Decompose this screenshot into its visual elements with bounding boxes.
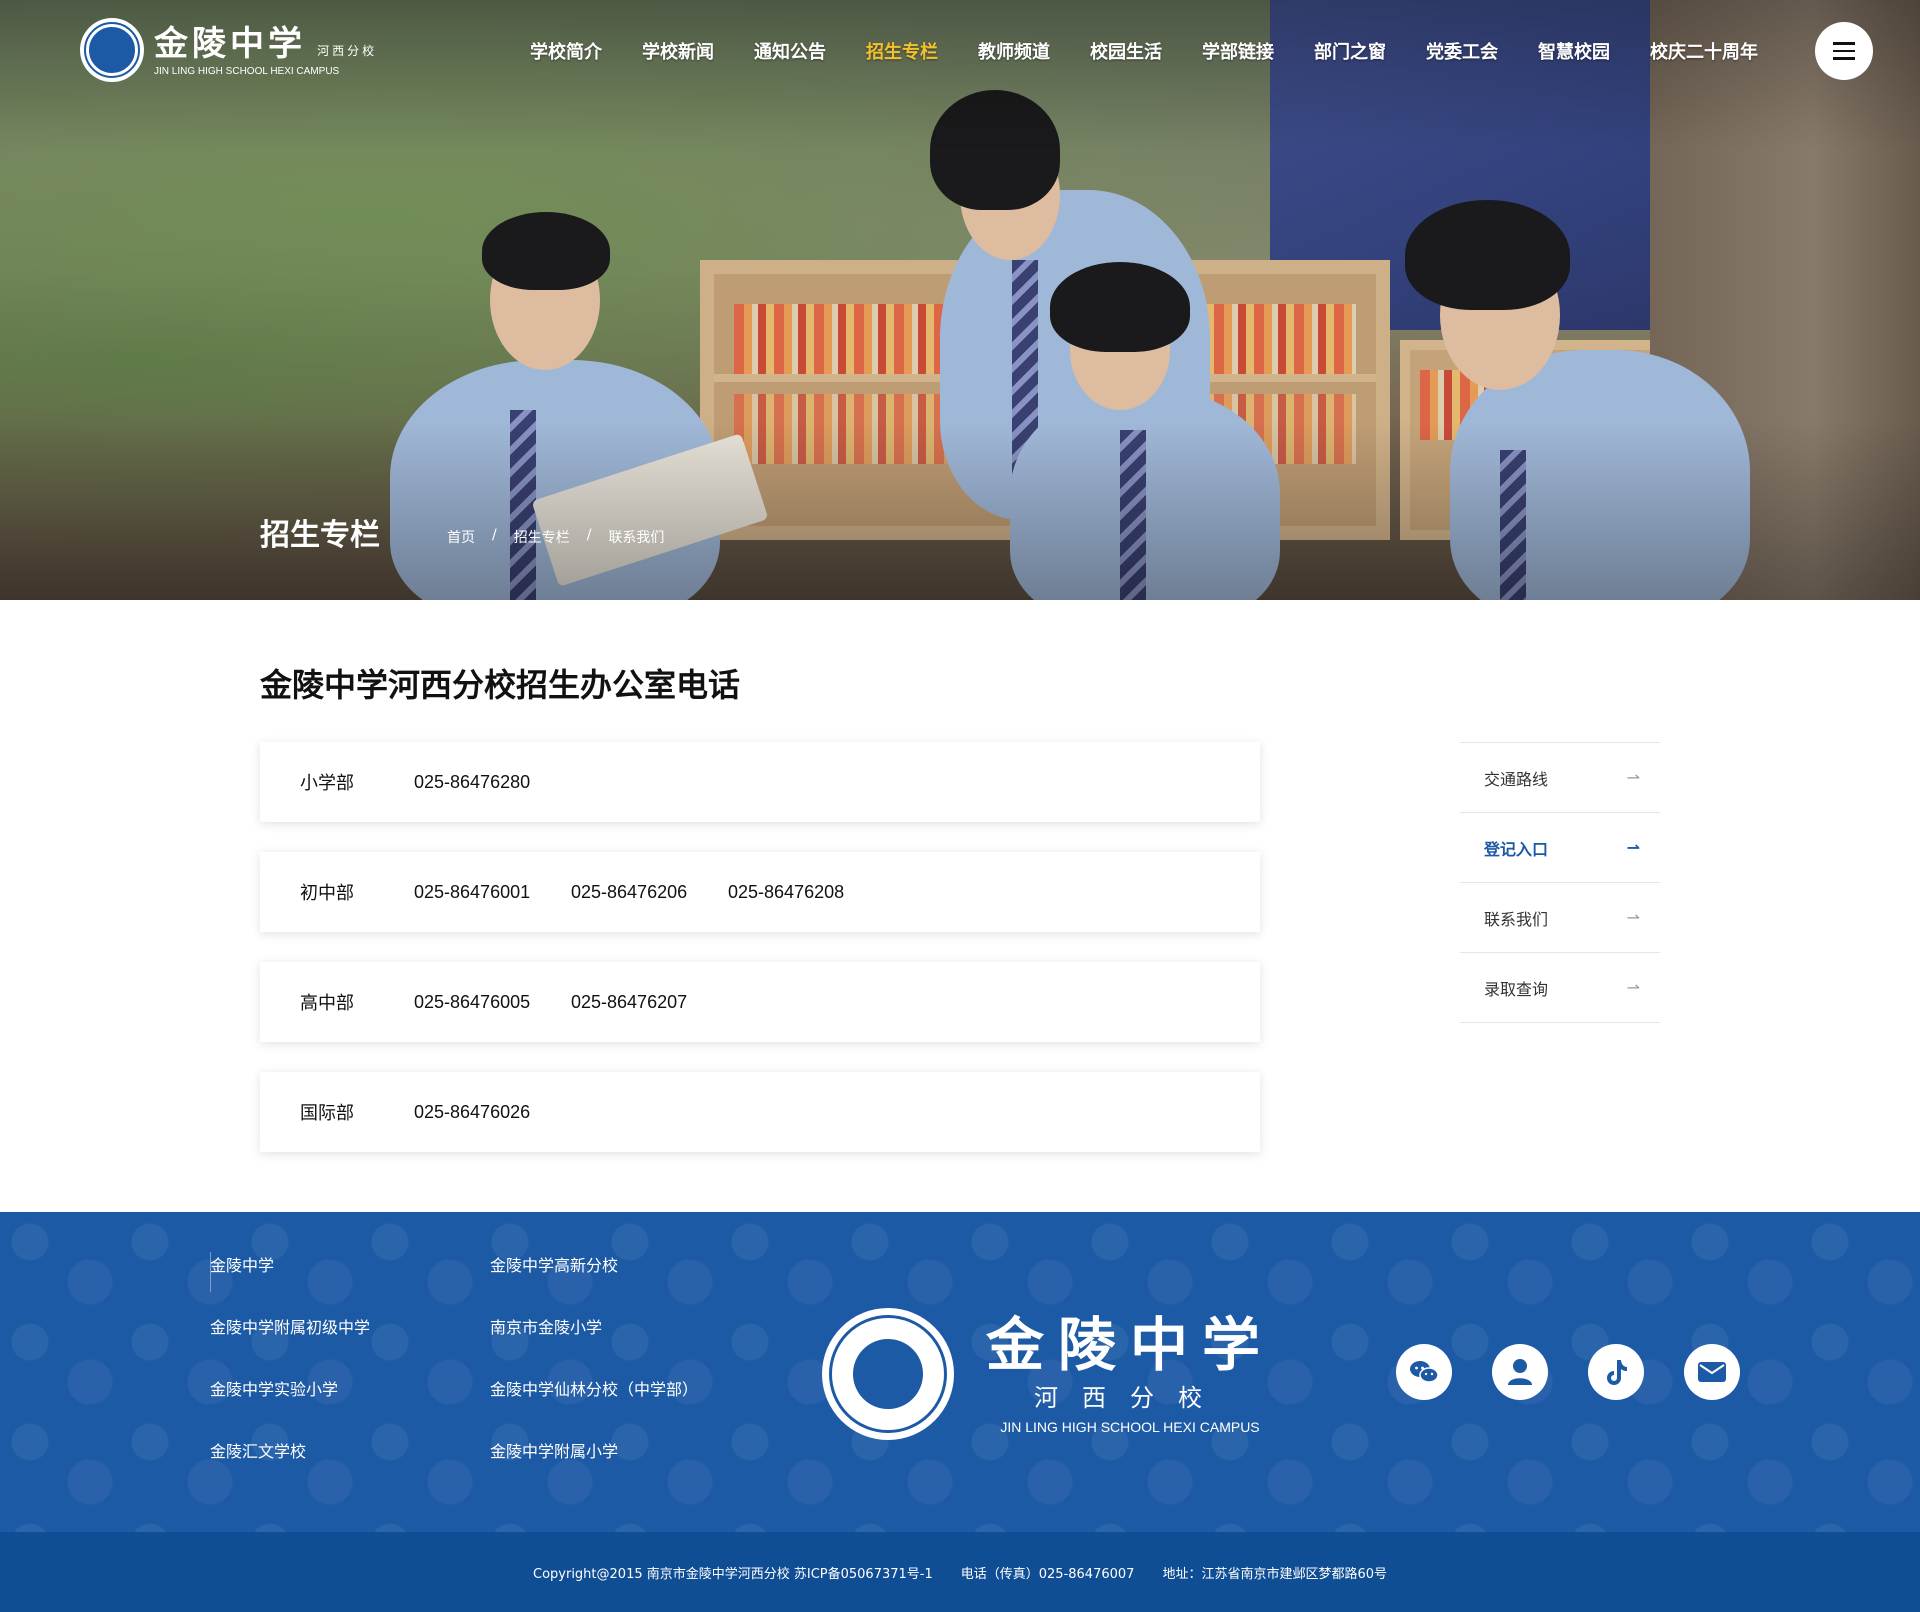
- footer-links-col-2: 金陵中学高新分校 南京市金陵小学 金陵中学仙林分校（中学部） 金陵中学附属小学: [490, 1252, 698, 1500]
- phone-number: 025-86476001: [414, 881, 531, 902]
- footer-link[interactable]: 金陵中学实验小学: [210, 1380, 338, 1399]
- phone-number: 025-86476207: [571, 991, 688, 1012]
- page-title: 金陵中学河西分校招生办公室电话: [260, 666, 741, 704]
- phone-number: 025-86476206: [571, 881, 688, 902]
- phone-number: 025-86476280: [414, 771, 531, 792]
- nav-item[interactable]: 学校新闻: [642, 38, 714, 64]
- breadcrumb-separator: /: [586, 527, 592, 543]
- footer-link[interactable]: 南京市金陵小学: [490, 1318, 602, 1337]
- sidebar-item-admission-query[interactable]: 录取查询 ⇀: [1460, 953, 1660, 1023]
- footer-link[interactable]: 金陵中学: [210, 1256, 274, 1275]
- sidebar-item-label: 交通路线: [1484, 769, 1549, 789]
- site-header: 金陵中学 河西分校 JIN LING HIGH SCHOOL HEXI CAMP…: [0, 0, 1920, 100]
- footer-address: 地址：江苏省南京市建邺区梦都路60号: [1162, 1566, 1387, 1582]
- social-links: [1396, 1344, 1780, 1400]
- sidebar-item-register[interactable]: 登记入口 ⇀: [1460, 813, 1660, 883]
- nav-item[interactable]: 校庆二十周年: [1650, 38, 1758, 64]
- phone-card-international: 国际部 025-86476026: [260, 1072, 1260, 1152]
- footer-logo-chinese: 金陵中学: [986, 1310, 1275, 1379]
- logo-english-name: JIN LING HIGH SCHOOL HEXI CAMPUS: [154, 65, 340, 77]
- footer-link[interactable]: 金陵中学附属初级中学: [210, 1318, 370, 1337]
- footer-logo: 金陵中学 河西分校 JIN LING HIGH SCHOOL HEXI CAMP…: [822, 1308, 1274, 1440]
- site-footer: 金陵中学 金陵中学附属初级中学 金陵中学实验小学 金陵汇文学校 金陵中学高新分校…: [0, 1212, 1920, 1532]
- breadcrumb-separator: /: [492, 527, 497, 543]
- department-name: 高中部: [300, 993, 354, 1014]
- department-name: 小学部: [300, 773, 354, 794]
- phone-number: 025-86476005: [414, 991, 531, 1012]
- footer-logo-campus: 河西分校: [1034, 1383, 1226, 1412]
- arrow-right-icon: ⇀: [1626, 838, 1640, 857]
- breadcrumb: 首页 / 招生专栏 / 联系我们: [447, 527, 664, 547]
- logo-chinese-name: 金陵中学: [154, 23, 306, 64]
- phone-number: 025-86476208: [728, 881, 845, 902]
- footer-link[interactable]: 金陵中学附属小学: [490, 1442, 618, 1461]
- nav-item[interactable]: 通知公告: [754, 38, 826, 64]
- main-nav: 学校简介 学校新闻 通知公告 招生专栏 教师频道 校园生活 学部链接 部门之窗 …: [530, 38, 1798, 64]
- phone-card-primary: 小学部 025-86476280: [260, 742, 1260, 822]
- nav-item[interactable]: 学部链接: [1202, 38, 1274, 64]
- banner-title: 招生专栏: [260, 518, 380, 553]
- school-logo[interactable]: 金陵中学 河西分校 JIN LING HIGH SCHOOL HEXI CAMP…: [80, 18, 377, 82]
- nav-item[interactable]: 学校简介: [530, 38, 602, 64]
- breadcrumb-current[interactable]: 联系我们: [608, 527, 664, 547]
- breadcrumb-section[interactable]: 招生专栏: [514, 527, 570, 547]
- nav-item[interactable]: 教师频道: [978, 38, 1050, 64]
- mail-icon[interactable]: [1684, 1344, 1740, 1400]
- phone-card-high: 高中部 025-86476005 025-86476207: [260, 962, 1260, 1042]
- nav-item[interactable]: 党委工会: [1426, 38, 1498, 64]
- nav-item[interactable]: 校园生活: [1090, 38, 1162, 64]
- sidebar-item-label: 联系我们: [1484, 909, 1549, 929]
- department-name: 初中部: [300, 883, 354, 904]
- sidebar-item-contact[interactable]: 联系我们 ⇀: [1460, 883, 1660, 953]
- arrow-right-icon: ⇀: [1626, 908, 1640, 927]
- arrow-right-icon: ⇀: [1626, 768, 1640, 787]
- tiktok-icon[interactable]: [1588, 1344, 1644, 1400]
- sidebar-item-label: 录取查询: [1484, 979, 1549, 999]
- sidebar-item-traffic[interactable]: 交通路线 ⇀: [1460, 743, 1660, 813]
- school-seal-icon: [822, 1308, 954, 1440]
- phone-number: 025-86476026: [414, 1101, 531, 1122]
- nav-item[interactable]: 智慧校园: [1538, 38, 1610, 64]
- nav-item[interactable]: 部门之窗: [1314, 38, 1386, 64]
- phone-card-middle: 初中部 025-86476001 025-86476206 025-864762…: [260, 852, 1260, 932]
- wechat-icon[interactable]: [1396, 1344, 1452, 1400]
- hamburger-menu-icon[interactable]: [1815, 22, 1873, 80]
- logo-campus-name: 河西分校: [317, 43, 378, 58]
- nav-item-active[interactable]: 招生专栏: [866, 38, 938, 64]
- school-seal-icon: [80, 18, 144, 82]
- breadcrumb-home[interactable]: 首页: [447, 527, 475, 547]
- copyright-text: Copyright@2015 南京市金陵中学河西分校 苏ICP备05067371…: [533, 1566, 933, 1582]
- sidebar-item-label: 登记入口: [1484, 839, 1549, 859]
- department-name: 国际部: [300, 1103, 354, 1124]
- footer-bottom-bar: Copyright@2015 南京市金陵中学河西分校 苏ICP备05067371…: [0, 1532, 1920, 1612]
- footer-link[interactable]: 金陵中学仙林分校（中学部）: [490, 1380, 698, 1399]
- footer-logo-english: JIN LING HIGH SCHOOL HEXI CAMPUS: [1000, 1418, 1260, 1435]
- footer-phone: 电话（传真）025-86476007: [960, 1566, 1135, 1582]
- footer-links-col-1: 金陵中学 金陵中学附属初级中学 金陵中学实验小学 金陵汇文学校: [210, 1252, 370, 1500]
- arrow-right-icon: ⇀: [1626, 978, 1640, 997]
- section-sidebar: 交通路线 ⇀ 登记入口 ⇀ 联系我们 ⇀ 录取查询 ⇀: [1460, 742, 1660, 1023]
- user-icon[interactable]: [1492, 1344, 1548, 1400]
- footer-link[interactable]: 金陵汇文学校: [210, 1442, 306, 1461]
- footer-link[interactable]: 金陵中学高新分校: [490, 1256, 618, 1275]
